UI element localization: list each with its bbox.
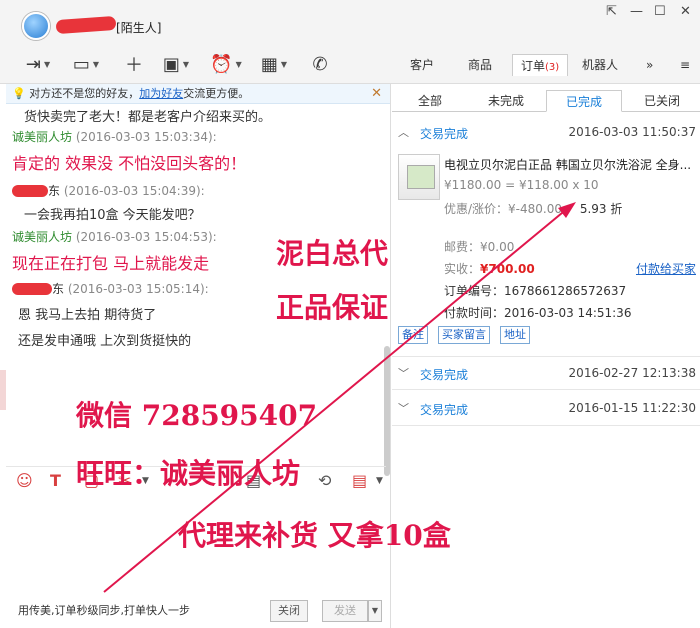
chat-message: 现在正在打包 马上就能发走 (12, 254, 210, 273)
tab-customer[interactable]: 客户 (402, 54, 442, 76)
send-options-icon[interactable]: ▼ (368, 600, 382, 622)
more-tabs-icon[interactable]: » (638, 54, 661, 76)
maximize-icon[interactable]: ☐ (654, 4, 666, 19)
order-row[interactable]: ﹀ 交易完成 2016-02-27 12:13:38 (392, 356, 700, 390)
notice-tail: 交流更方便。 (183, 87, 250, 100)
pin-icon[interactable]: ⇱ (606, 4, 617, 19)
alarm-icon[interactable]: ⏰ ▼ (208, 52, 244, 76)
order-product: 电视立贝尔泥白正品 韩国立贝尔洗浴泥 全身... ¥1180.00 = ¥118… (392, 148, 700, 244)
chat-message: 肯定的 效果没 不怕没回头客的！ (12, 154, 247, 173)
redaction-mark (12, 185, 48, 197)
screen-share-icon[interactable]: ▣ ▼ (158, 52, 194, 76)
close-icon[interactable]: ✕ (680, 4, 691, 19)
redaction-mark (12, 283, 52, 295)
notice-text: 对方还不是您的好友， (29, 87, 140, 100)
chat-sender-line: 东 (2016-03-03 15:04:39): (12, 182, 205, 199)
more-tools-icon[interactable]: ▤ (352, 471, 367, 490)
menu-icon[interactable]: ≡ (672, 54, 698, 76)
order-status: 交易完成 (420, 368, 469, 382)
promo-hint: 用传美,订单秒级同步,打单快人一步 (18, 604, 190, 617)
toolbar: ⇥ ▼ ▭ ▼ ＋ ▣ ▼ ⏰ ▼ ▦ ▼ ✆ 客户 商品 订单(3) 机器人 » ≡ (0, 44, 700, 84)
overlay-text: 旺旺：诚美丽人坊 (76, 457, 301, 490)
send-button[interactable]: 发送 (322, 600, 368, 622)
order-number: 订单编号：1678661286572637 (444, 284, 627, 298)
chat-message: 恩 我马上去拍 期待货了 (18, 308, 157, 323)
side-strip (0, 370, 6, 410)
order-row[interactable]: ︿ 交易完成 2016-03-03 11:50:37 (392, 116, 700, 150)
pay-buyer-link[interactable]: 付款给买家 (636, 260, 696, 277)
paid-amount: 实收：¥700.00 (444, 262, 535, 276)
orders-count-badge: (3) (545, 62, 560, 73)
subtab-all[interactable]: 全部 (392, 90, 468, 112)
order-status: 交易完成 (420, 127, 469, 141)
chat-sender-line: 东 (2016-03-03 15:05:14): (12, 280, 209, 297)
phone-icon[interactable]: ✆ (302, 52, 338, 76)
window-title: [陌生人] (116, 21, 162, 35)
order-datetime: 2016-03-03 11:50:37 (568, 125, 696, 139)
tab-robot[interactable]: 机器人 (574, 54, 626, 76)
address-button[interactable]: 地址 (500, 326, 530, 344)
chat-scrollbar[interactable] (384, 346, 390, 476)
chevron-down-icon[interactable]: ▼ (376, 476, 383, 486)
order-datetime: 2016-02-27 12:13:38 (568, 366, 696, 380)
chevron-down-icon[interactable]: ﹀ (398, 400, 409, 416)
close-button[interactable]: 关闭 (270, 600, 308, 622)
tab-product[interactable]: 商品 (460, 54, 500, 76)
product-thumbnail[interactable] (398, 154, 440, 200)
font-icon[interactable]: T (50, 471, 61, 490)
emoji-icon[interactable]: ☺ (16, 471, 33, 490)
minimize-icon[interactable]: — (630, 4, 643, 19)
chat-message: 一会我再拍10盒 今天能发吧？ (24, 208, 201, 223)
chat-sender-line: 诚美丽人坊 (2016-03-03 15:03:34): (12, 130, 217, 144)
order-status: 交易完成 (420, 403, 469, 417)
overlay-text: 微信 728595407 (76, 399, 318, 432)
tab-orders[interactable]: 订单(3) (512, 54, 569, 76)
overlay-text: 代理来补货 又拿10盒 (178, 519, 451, 552)
friend-notice: 💡 对方还不是您的好友，加为好友交流更方便。 ✕ (6, 84, 390, 104)
video-call-icon[interactable]: ▭ ▼ (68, 52, 104, 76)
product-name[interactable]: 电视立贝尔泥白正品 韩国立贝尔洗浴泥 全身... (444, 156, 691, 173)
chat-message: 货快卖完了老大！都是老客户介绍来买的。 (24, 110, 272, 125)
transfer-icon[interactable]: ⇥ ▼ (20, 52, 56, 76)
title-bar: [陌生人] ⇱ — ☐ ✕ (0, 0, 700, 44)
note-button[interactable]: 备注 (398, 326, 428, 344)
avatar[interactable] (22, 12, 50, 40)
order-subtabs: 全部 未完成 已完成 已关闭 (392, 84, 700, 112)
history-icon[interactable]: ⟲ (318, 471, 331, 490)
order-datetime: 2016-01-15 11:22:30 (568, 401, 696, 415)
add-friend-link[interactable]: 加为好友 (139, 87, 183, 100)
add-friend-icon[interactable]: ＋ (116, 52, 152, 76)
chat-sender-line: 诚美丽人坊 (2016-03-03 15:04:53): (12, 230, 217, 244)
redaction-mark (55, 15, 117, 35)
shipping-fee: 邮费：¥0.00 (444, 240, 515, 254)
order-row[interactable]: ﹀ 交易完成 2016-01-15 11:22:30 (392, 392, 700, 426)
subtab-completed[interactable]: 已完成 (546, 90, 622, 112)
chevron-up-icon[interactable]: ︿ (398, 124, 409, 140)
subtab-incomplete[interactable]: 未完成 (468, 90, 544, 112)
subtab-closed[interactable]: 已关闭 (624, 90, 700, 112)
notice-close-icon[interactable]: ✕ (371, 84, 382, 104)
overlay-text: 正品保证 (276, 291, 389, 324)
pay-time: 付款时间：2016-03-03 14:51:36 (444, 306, 632, 320)
product-price: ¥1180.00 = ¥118.00 x 10 (444, 178, 599, 192)
buyer-message-button[interactable]: 买家留言 (438, 326, 490, 344)
product-discount: 优惠/涨价：¥-480.00 5.93 折 (444, 202, 623, 216)
chevron-down-icon[interactable]: ﹀ (398, 365, 409, 381)
overlay-text: 泥白总代 (276, 237, 389, 270)
bulb-icon: 💡 (12, 87, 26, 100)
chat-message: 还是发申通哦 上次到货挺快的 (18, 334, 192, 349)
calendar-icon[interactable]: ▦ ▼ (256, 52, 292, 76)
